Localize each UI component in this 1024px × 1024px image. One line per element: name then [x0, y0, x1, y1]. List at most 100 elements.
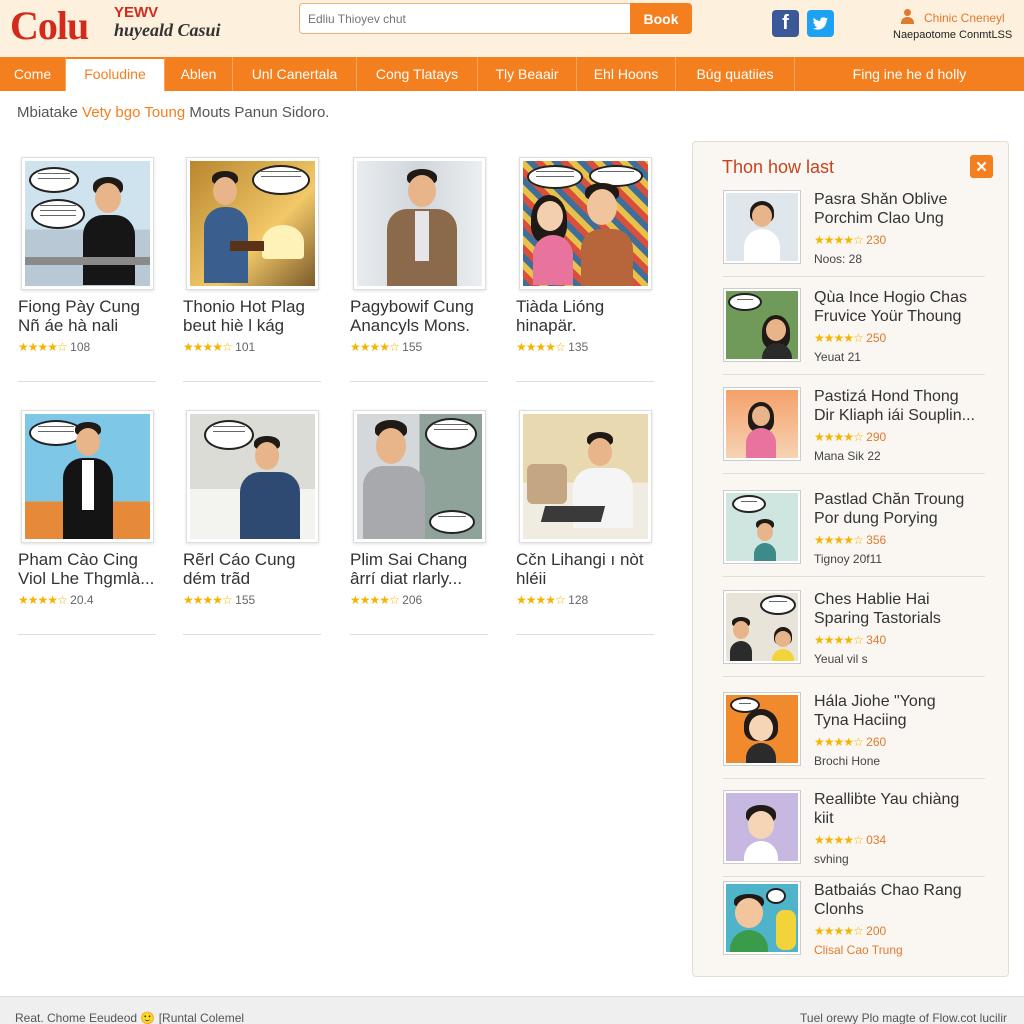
sidebar-item-subtitle: Clonhs — [814, 901, 864, 918]
sidebar-item-subtitle: Dir Kliaph iái Souplin... — [814, 407, 975, 424]
card-title[interactable]: Plim Sai Chang — [350, 550, 490, 569]
search-button[interactable]: Book — [630, 3, 692, 34]
card-thumbnail[interactable] — [21, 410, 154, 543]
grid-card[interactable]: Fiong Pày Cung Nñ áe hà nali ★★★★☆ 108 — [18, 157, 158, 382]
footer-left-text[interactable]: Reat. Chome Eeudeod 🙂 [Runtal Colemel — [15, 1011, 244, 1024]
card-rating: ★★★★☆ 101 — [183, 340, 255, 354]
sidebar-item-meta[interactable]: Clisal Cao Trung — [814, 943, 903, 957]
sidebar-item[interactable]: Pastlad Chăn Troung Por dung Porying ★★★… — [723, 482, 985, 577]
sidebar-item[interactable]: Realliḃte Yau chiàng kiit ★★★★☆ 034 svhi… — [723, 782, 985, 877]
user-name[interactable]: Chinic Cneneyl — [924, 11, 1005, 25]
card-thumbnail[interactable] — [353, 157, 486, 290]
grid-card[interactable]: Rẽrl Cáo Cung dém trãd ★★★★☆ 155 — [183, 410, 323, 635]
sidebar-item[interactable]: Pastizá Hond Thong Dir Kliaph iái Soupli… — [723, 379, 985, 474]
card-rating: ★★★★☆ 155 — [183, 593, 255, 607]
sidebar-item-thumbnail[interactable] — [723, 490, 801, 564]
sidebar-item[interactable]: Qùa Ince Hogio Chas Fruvice Yoür Thoung … — [723, 280, 985, 375]
grid-card[interactable]: Plim Sai Chang ârrí diat rlarly... ★★★★☆… — [350, 410, 490, 635]
rating-count: 340 — [866, 633, 887, 647]
breadcrumb-suffix: Mouts Panun Sidoro. — [185, 104, 330, 121]
card-subtitle: ârrí diat rlarly... — [350, 569, 463, 588]
nav-item-cong-tlatays[interactable]: Cong Tlatays — [357, 57, 478, 91]
divider — [723, 576, 985, 577]
sidebar-item-meta: Yeuat 21 — [814, 350, 861, 364]
card-title[interactable]: Cčn Lihangi ı nòt — [516, 550, 656, 569]
card-thumbnail[interactable] — [186, 410, 319, 543]
sidebar-item-thumbnail[interactable] — [723, 692, 801, 766]
close-icon[interactable]: ✕ — [970, 155, 993, 178]
divider — [183, 634, 321, 635]
sidebar-item-title[interactable]: Hála Jiohe "Yong — [814, 692, 990, 711]
card-subtitle: hléii — [516, 569, 547, 588]
sidebar-item[interactable]: Ches Hablie Hai Sparing Tastorials ★★★★☆… — [723, 582, 985, 677]
sidebar-item-title[interactable]: Qùa Ince Hogio Chas — [814, 288, 990, 307]
sidebar-item-thumbnail[interactable] — [723, 288, 801, 362]
grid-card[interactable]: Tiàda Lióng hinapär. ★★★★☆ 135 — [516, 157, 656, 382]
card-title[interactable]: Thonio Hot Plag — [183, 297, 323, 316]
star-rating-icon: ★★★★☆ — [350, 340, 400, 354]
star-rating-icon: ★★★★☆ — [350, 593, 400, 607]
twitter-icon[interactable] — [807, 10, 834, 37]
card-thumbnail[interactable] — [21, 157, 154, 290]
site-footer: Reat. Chome Eeudeod 🙂 [Runtal Colemel Tu… — [0, 996, 1024, 1024]
nav-item-fooludine[interactable]: Fooludine — [66, 57, 165, 91]
nav-item-bug-quatiies[interactable]: Búg quatiies — [676, 57, 795, 91]
rating-count: 356 — [866, 533, 887, 547]
facebook-icon[interactable]: f — [772, 10, 799, 37]
breadcrumb-link[interactable]: Vety bgo Toung — [82, 104, 185, 121]
search-input[interactable] — [299, 3, 632, 34]
star-rating-icon: ★★★★☆ — [183, 593, 233, 607]
card-thumbnail[interactable] — [353, 410, 486, 543]
nav-item-fing[interactable]: Fing ine he d holly — [795, 57, 1024, 91]
sidebar-item-title[interactable]: Pastlad Chăn Troung — [814, 490, 990, 509]
rating-count: 260 — [866, 735, 887, 749]
sidebar-item-rating: ★★★★☆ 250 — [814, 331, 886, 345]
sidebar-item-title[interactable]: Realliḃte Yau chiàng — [814, 790, 990, 809]
card-title[interactable]: Pham Cào Cing — [18, 550, 158, 569]
sidebar-item-thumbnail[interactable] — [723, 590, 801, 664]
sidebar-item-thumbnail[interactable] — [723, 881, 801, 955]
site-logo[interactable]: Colu YEWV huyeald Casui — [10, 2, 240, 52]
user-subtitle: Naepaotome ConmtLSS — [893, 29, 1013, 41]
divider — [723, 676, 985, 677]
sidebar-item-title[interactable]: Pasra Shǎn Oblive — [814, 190, 990, 209]
user-icon[interactable] — [899, 9, 915, 25]
star-rating-icon: ★★★★☆ — [814, 331, 864, 345]
sidebar-item-title[interactable]: Pastizá Hond Thong — [814, 387, 990, 406]
rating-count: 155 — [402, 340, 423, 354]
card-thumbnail[interactable] — [519, 157, 652, 290]
footer-right-text[interactable]: Tuel orewy Plo magte of Flow.cot lucilir — [800, 1011, 1007, 1024]
card-title[interactable]: Fiong Pày Cung — [18, 297, 158, 316]
nav-item-unl-canertala[interactable]: Unl Canertala — [233, 57, 357, 91]
sidebar-item-title[interactable]: Batbaiás Chao Rang — [814, 881, 990, 900]
sidebar-item-thumbnail[interactable] — [723, 190, 801, 264]
card-title[interactable]: Pagybowif Cung — [350, 297, 490, 316]
divider — [723, 473, 985, 474]
card-subtitle: dém trãd — [183, 569, 251, 588]
nav-item-ehl-hoons[interactable]: Ehl Hoons — [577, 57, 676, 91]
sidebar-item-meta: Yeual vil s — [814, 652, 868, 666]
grid-card[interactable]: Pagybowif Cung Anancyls Mons. ★★★★☆ 155 — [350, 157, 490, 382]
divider — [723, 276, 985, 277]
sidebar-item-rating: ★★★★☆ 340 — [814, 633, 886, 647]
sidebar-item-thumbnail[interactable] — [723, 387, 801, 461]
sidebar-item-thumbnail[interactable] — [723, 790, 801, 864]
card-title[interactable]: Tiàda Lióng — [516, 297, 656, 316]
card-rating: ★★★★☆ 135 — [516, 340, 588, 354]
card-subtitle: hinapär. — [516, 316, 577, 335]
sidebar-item[interactable]: Hála Jiohe "Yong Tyna Haciing ★★★★☆ 260 … — [723, 684, 985, 779]
sidebar-item-title[interactable]: Ches Hablie Hai — [814, 590, 990, 609]
nav-item-tly-beaair[interactable]: Tly Beaair — [478, 57, 577, 91]
sidebar-item-rating: ★★★★☆ 230 — [814, 233, 886, 247]
sidebar-item[interactable]: Pasra Shǎn Oblive Porchim Clao Ung ★★★★☆… — [723, 182, 985, 277]
grid-card[interactable]: Cčn Lihangi ı nòt hléii ★★★★☆ 128 — [516, 410, 656, 635]
grid-card[interactable]: Pham Cào Cing Viol Lhe Thgmlà... ★★★★☆ 2… — [18, 410, 158, 635]
card-thumbnail[interactable] — [186, 157, 319, 290]
sidebar-item[interactable]: Batbaiás Chao Rang Clonhs ★★★★☆ 200 Clis… — [723, 873, 985, 968]
logo-tag: YEWV — [114, 4, 159, 21]
nav-item-come[interactable]: Come — [0, 57, 66, 91]
card-title[interactable]: Rẽrl Cáo Cung — [183, 550, 323, 569]
card-thumbnail[interactable] — [519, 410, 652, 543]
nav-item-ablen[interactable]: Ablen — [165, 57, 233, 91]
grid-card[interactable]: Thonio Hot Plag beut hiè l kág ★★★★☆ 101 — [183, 157, 323, 382]
